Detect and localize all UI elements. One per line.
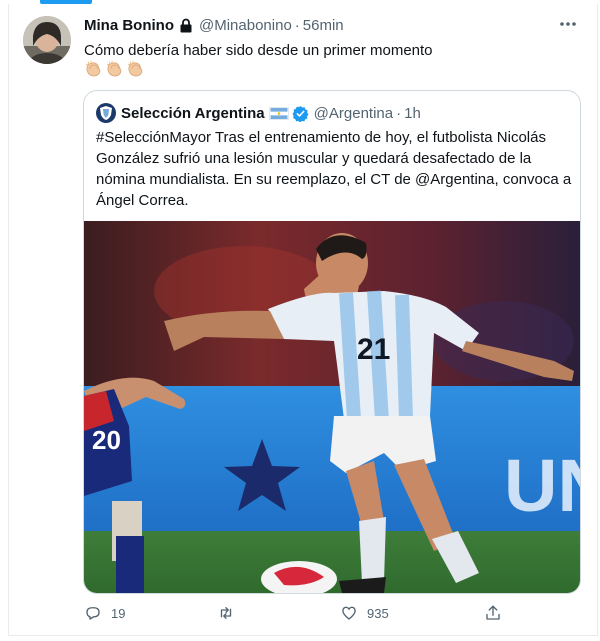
quoted-author-name[interactable]: Selección Argentina: [121, 105, 265, 122]
retweet-button[interactable]: [217, 604, 235, 622]
clapping-hands-icon: [106, 60, 122, 77]
separator-dot: ·: [396, 104, 402, 122]
clapping-hands-icon: [127, 60, 143, 77]
share-button[interactable]: [484, 604, 502, 622]
more-options-icon[interactable]: [556, 14, 580, 34]
lock-icon: [180, 18, 192, 33]
timestamp[interactable]: 56min: [303, 17, 344, 34]
tweet-actions: 19 935: [84, 604, 504, 628]
author-name[interactable]: Mina Bonino: [84, 17, 174, 34]
reply-count: 19: [111, 605, 126, 621]
retweet-icon: [220, 607, 232, 619]
avatar[interactable]: [23, 16, 71, 64]
opponent-number: 20: [92, 425, 121, 455]
share-icon: [486, 605, 500, 620]
afa-logo-avatar[interactable]: [96, 103, 116, 123]
player-photo[interactable]: UNA 20 21: [84, 221, 581, 594]
quoted-tweet[interactable]: Selección Argentina @Argentina · 1h #Sel…: [83, 90, 581, 594]
tweet-text: Cómo debería haber sido desde un primer …: [84, 42, 433, 59]
emoji-row: [84, 60, 146, 78]
board-text: UNA: [504, 444, 581, 527]
tweet-header: Mina Bonino @Minabonino · 56min: [84, 17, 344, 34]
heart-icon: [342, 606, 356, 620]
author-handle[interactable]: @Minabonino: [199, 17, 292, 34]
quoted-author-handle[interactable]: @Argentina: [314, 105, 393, 122]
player-number: 21: [357, 333, 390, 366]
quoted-timestamp[interactable]: 1h: [404, 105, 421, 122]
verified-badge-icon: [292, 105, 309, 122]
quoted-tweet-header: Selección Argentina @Argentina · 1h: [96, 103, 421, 123]
like-count: 935: [367, 605, 389, 621]
reply-button[interactable]: 19: [84, 604, 125, 622]
clapping-hands-icon: [85, 60, 101, 77]
reply-icon: [86, 607, 100, 620]
argentina-flag-icon: [268, 106, 289, 120]
like-button[interactable]: 935: [340, 604, 389, 622]
quoted-tweet-text: #SelecciónMayor Tras el entrenamiento de…: [96, 129, 572, 209]
separator-dot: ·: [294, 17, 300, 34]
